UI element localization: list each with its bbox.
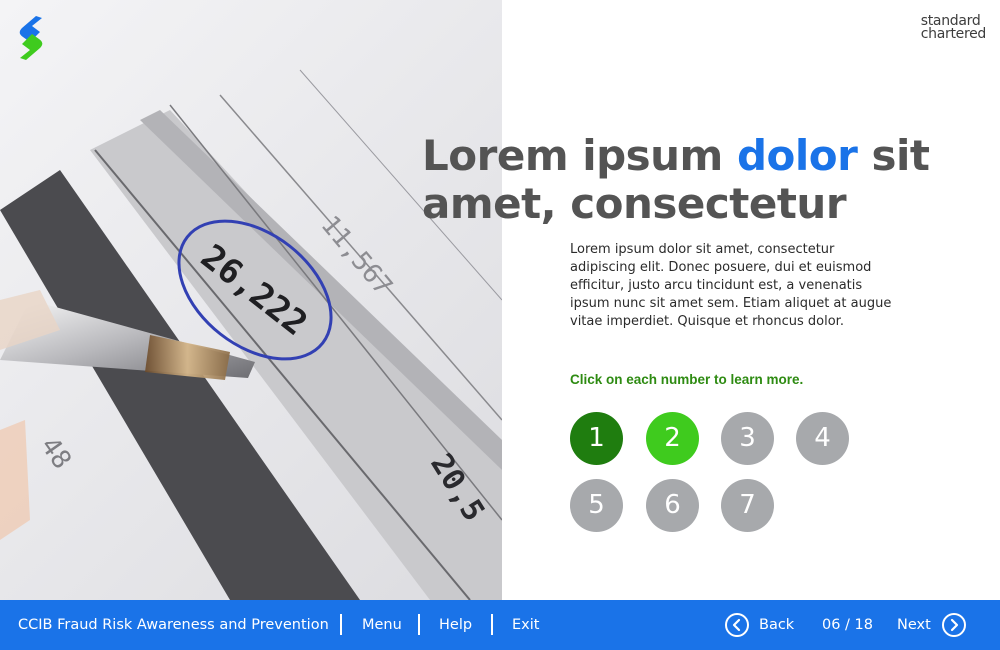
footer-divider	[418, 614, 420, 635]
instruction-text: Click on each number to learn more.	[570, 372, 804, 387]
title-accent: dolor	[736, 131, 858, 180]
number-button-6[interactable]: 6	[646, 479, 699, 532]
back-button[interactable]: Back	[759, 600, 794, 650]
number-button-5[interactable]: 5	[570, 479, 623, 532]
page-title: Lorem ipsum dolor sit amet, consectetur	[422, 132, 982, 228]
footer-divider	[491, 614, 493, 635]
number-button-7[interactable]: 7	[721, 479, 774, 532]
hero-photo: 26,222 11,567 48 20,5	[0, 0, 502, 600]
footer-divider	[340, 614, 342, 635]
wordmark-line-2: chartered	[920, 26, 987, 42]
footer-bar: CCIB Fraud Risk Awareness and Prevention…	[0, 600, 1000, 650]
brand-wordmark: standard chartered	[920, 14, 987, 42]
number-button-4[interactable]: 4	[796, 412, 849, 465]
number-button-3[interactable]: 3	[721, 412, 774, 465]
ledger-number: 48	[34, 432, 77, 475]
next-button[interactable]: Next	[897, 600, 931, 650]
chevron-left-circle-icon[interactable]	[725, 613, 749, 637]
help-link[interactable]: Help	[439, 600, 472, 650]
number-button-2[interactable]: 2	[646, 412, 699, 465]
chevron-right-circle-icon[interactable]	[942, 613, 966, 637]
title-part-1: Lorem ipsum	[422, 131, 737, 180]
pen-nib	[145, 335, 230, 380]
menu-link[interactable]: Menu	[362, 600, 402, 650]
page-indicator: 06 / 18	[822, 617, 874, 633]
number-button-1[interactable]: 1	[570, 412, 623, 465]
course-title: CCIB Fraud Risk Awareness and Prevention	[18, 617, 329, 633]
body-paragraph: Lorem ipsum dolor sit amet, consectetur …	[570, 242, 892, 329]
exit-link[interactable]: Exit	[512, 600, 539, 650]
standard-chartered-logo-icon[interactable]	[14, 14, 48, 62]
ledger-pen-illustration: 26,222 11,567 48 20,5	[0, 69, 502, 600]
